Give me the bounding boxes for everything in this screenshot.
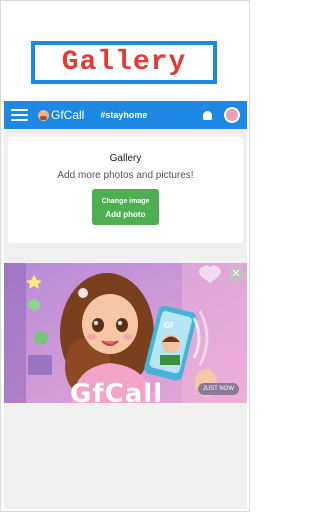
page-title: Gallery <box>35 45 213 80</box>
top-navbar: GfCall #stayhome <box>4 101 247 129</box>
ad-wordmark: GfCall <box>70 379 164 403</box>
close-icon[interactable]: ✕ <box>229 267 243 281</box>
girl-avatar-icon <box>38 109 49 121</box>
hamburger-menu-icon[interactable] <box>11 109 28 121</box>
hashtag-label: #stayhome <box>100 110 148 120</box>
button-line1: Change image <box>101 198 150 205</box>
card-subtitle: Add more photos and pictures! <box>57 170 194 181</box>
card-title: Gallery <box>109 153 142 164</box>
page-title-banner: Gallery <box>31 41 217 84</box>
change-image-add-photo-button[interactable]: Change image Add photo <box>92 189 159 225</box>
profile-avatar-icon[interactable] <box>224 107 240 123</box>
app-frame: Gallery GfCall #stayhome Gallery Add mor… <box>0 0 250 512</box>
app-brand[interactable]: GfCall <box>51 108 84 122</box>
advertisement-banner[interactable]: GfCall Gf ✕ JUST NOW <box>4 263 247 403</box>
button-line2: Add photo <box>105 210 146 219</box>
ad-phone-label: Gf <box>164 321 173 330</box>
ad-badge: JUST NOW <box>197 383 239 395</box>
bell-icon[interactable] <box>203 110 212 120</box>
gallery-card: Gallery Add more photos and pictures! Ch… <box>8 137 243 243</box>
